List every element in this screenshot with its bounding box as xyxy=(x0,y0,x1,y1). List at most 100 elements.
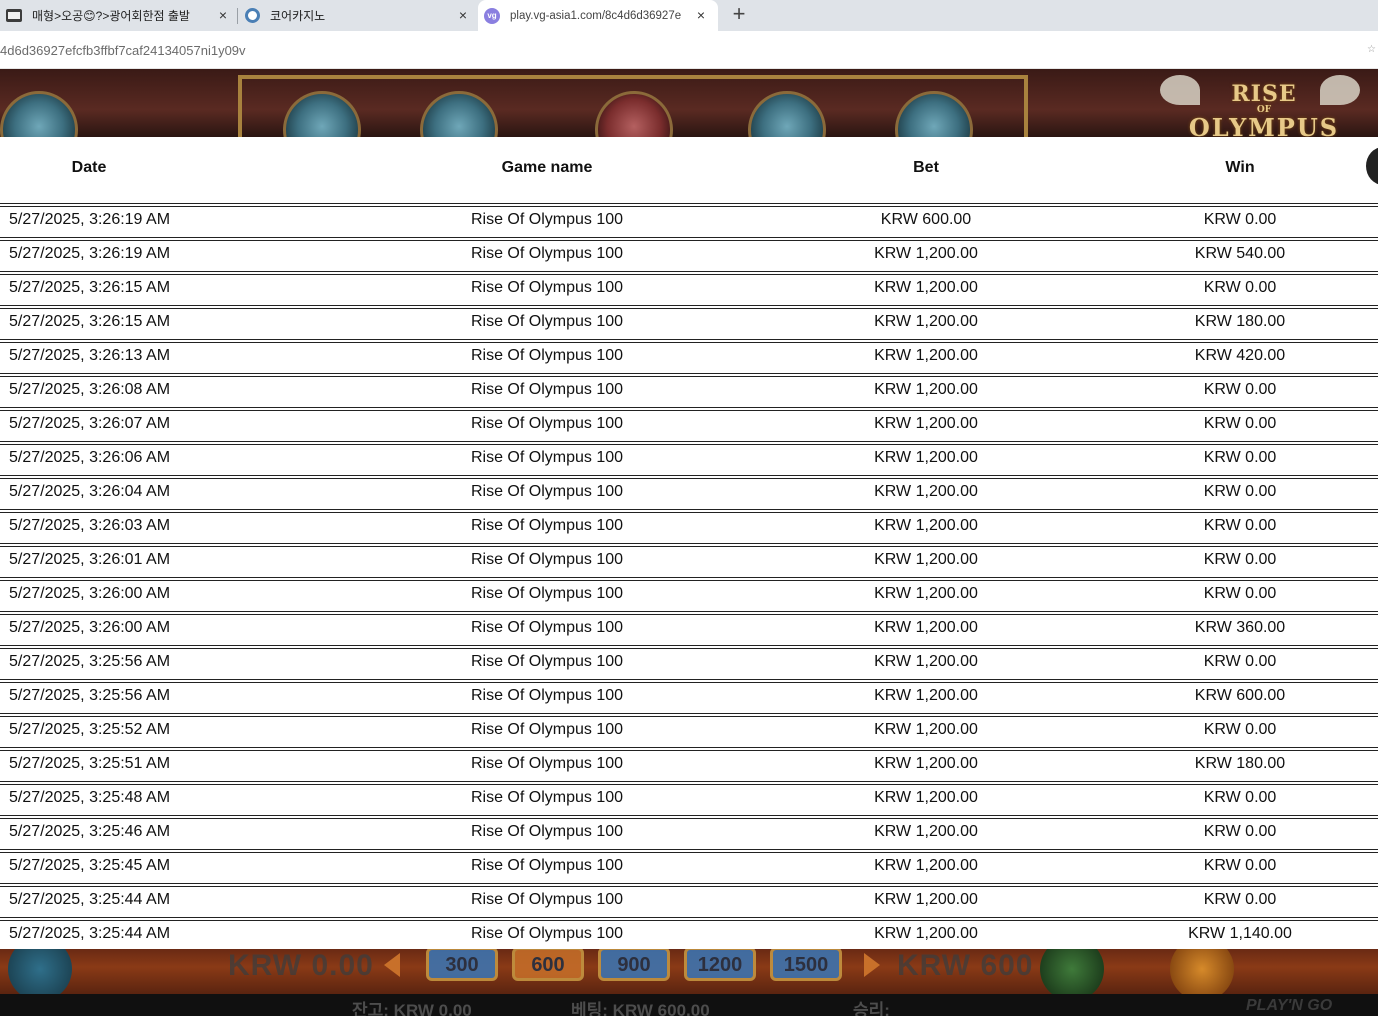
bet-chip-1500[interactable]: 1500 xyxy=(770,949,842,981)
bet-label: 베팅: KRW 600.00 xyxy=(571,1001,710,1016)
bet-chip-300[interactable]: 300 xyxy=(426,949,498,981)
table-row[interactable]: 5/27/2025, 3:26:13 AM Rise Of Olympus 100… xyxy=(0,340,1378,374)
column-header-game[interactable]: Game name xyxy=(447,159,647,177)
cell-bet: KRW 1,200.00 xyxy=(874,619,978,636)
cell-game-name: Rise Of Olympus 100 xyxy=(470,619,624,636)
table-row[interactable]: 5/27/2025, 3:26:07 AM Rise Of Olympus 100… xyxy=(0,408,1378,442)
table-row[interactable]: 5/27/2025, 3:26:04 AM Rise Of Olympus 100… xyxy=(0,476,1378,510)
close-tab-icon[interactable]: × xyxy=(694,8,708,22)
table-row[interactable]: 5/27/2025, 3:26:00 AM Rise Of Olympus 100… xyxy=(0,612,1378,646)
column-header-bet[interactable]: Bet xyxy=(826,159,1026,177)
cell-bet: KRW 1,200.00 xyxy=(874,687,978,704)
cell-bet: KRW 1,200.00 xyxy=(874,789,978,806)
cell-date: 5/27/2025, 3:26:19 AM xyxy=(9,211,171,228)
cell-game-name: Rise Of Olympus 100 xyxy=(470,687,624,704)
browser-window: 매형>오공😊?>광어회한점 출발 × 코어카지노 × vg play.vg-as… xyxy=(0,0,1378,1016)
table-row[interactable]: 5/27/2025, 3:26:00 AM Rise Of Olympus 100… xyxy=(0,578,1378,612)
table-row[interactable]: 5/27/2025, 3:25:46 AM Rise Of Olympus 100… xyxy=(0,816,1378,850)
cell-game-name: Rise Of Olympus 100 xyxy=(470,755,624,772)
cell-bet: KRW 1,200.00 xyxy=(874,891,978,908)
table-header: Date Game name Bet Win xyxy=(0,137,1378,204)
table-row[interactable]: 5/27/2025, 3:26:01 AM Rise Of Olympus 100… xyxy=(0,544,1378,578)
cell-date: 5/27/2025, 3:25:51 AM xyxy=(9,755,171,772)
cell-date: 5/27/2025, 3:26:19 AM xyxy=(9,245,171,262)
spin-button-icon[interactable] xyxy=(1040,949,1104,994)
cell-win: KRW 0.00 xyxy=(1203,721,1277,738)
address-bar[interactable]: 4d6d36927efcfb3ffbf7caf24134057ni1y09v ☆ xyxy=(0,31,1378,69)
cell-date: 5/27/2025, 3:26:07 AM xyxy=(9,415,171,432)
cell-win: KRW 0.00 xyxy=(1203,415,1277,432)
cell-game-name: Rise Of Olympus 100 xyxy=(470,789,624,806)
cell-bet: KRW 1,200.00 xyxy=(874,415,978,432)
url-text[interactable]: 4d6d36927efcfb3ffbf7caf24134057ni1y09v xyxy=(0,43,246,58)
game-logo: RISE OF OLYMPUS xyxy=(1188,81,1340,137)
cell-game-name: Rise Of Olympus 100 xyxy=(470,823,624,840)
autoplay-button-icon[interactable] xyxy=(1170,949,1234,994)
cell-win: KRW 0.00 xyxy=(1203,381,1277,398)
cell-bet: KRW 1,200.00 xyxy=(874,279,978,296)
cell-game-name: Rise Of Olympus 100 xyxy=(470,857,624,874)
table-row[interactable]: 5/27/2025, 3:25:45 AM Rise Of Olympus 100… xyxy=(0,850,1378,884)
cell-game-name: Rise Of Olympus 100 xyxy=(470,211,624,228)
cell-win: KRW 0.00 xyxy=(1203,449,1277,466)
cell-date: 5/27/2025, 3:26:06 AM xyxy=(9,449,171,466)
provider-logo: PLAY'N GO xyxy=(1246,997,1333,1014)
table-row[interactable]: 5/27/2025, 3:25:44 AM Rise Of Olympus 100… xyxy=(0,918,1378,952)
tab-2[interactable]: 코어카지노 × xyxy=(238,0,478,31)
table-row[interactable]: 5/27/2025, 3:26:06 AM Rise Of Olympus 100… xyxy=(0,442,1378,476)
balance-label: 잔고: KRW 0.00 xyxy=(352,1001,472,1016)
cell-date: 5/27/2025, 3:26:13 AM xyxy=(9,347,171,364)
table-row[interactable]: 5/27/2025, 3:26:08 AM Rise Of Olympus 100… xyxy=(0,374,1378,408)
game-background-top: RISE OF OLYMPUS xyxy=(0,69,1378,137)
close-tab-icon[interactable]: × xyxy=(456,8,470,22)
bet-chip-600[interactable]: 600 xyxy=(512,949,584,981)
cell-win: KRW 360.00 xyxy=(1194,619,1286,636)
new-tab-button[interactable]: + xyxy=(728,3,750,26)
table-row[interactable]: 5/27/2025, 3:26:15 AM Rise Of Olympus 100… xyxy=(0,306,1378,340)
tab-3-active[interactable]: vg play.vg-asia1.com/8c4d6d36927e × xyxy=(478,0,718,31)
table-row[interactable]: 5/27/2025, 3:26:15 AM Rise Of Olympus 100… xyxy=(0,272,1378,306)
decrease-bet-arrow-icon[interactable] xyxy=(384,953,400,977)
cell-game-name: Rise Of Olympus 100 xyxy=(470,585,624,602)
column-header-win[interactable]: Win xyxy=(1140,159,1340,177)
table-row[interactable]: 5/27/2025, 3:25:44 AM Rise Of Olympus 100… xyxy=(0,884,1378,918)
cell-win: KRW 1,140.00 xyxy=(1188,925,1292,942)
cell-bet: KRW 1,200.00 xyxy=(874,653,978,670)
table-row[interactable]: 5/27/2025, 3:25:52 AM Rise Of Olympus 100… xyxy=(0,714,1378,748)
cell-bet: KRW 600.00 xyxy=(880,211,972,228)
cell-bet: KRW 1,200.00 xyxy=(874,755,978,772)
table-row[interactable]: 5/27/2025, 3:26:19 AM Rise Of Olympus 100… xyxy=(0,238,1378,272)
increase-bet-arrow-icon[interactable] xyxy=(864,953,880,977)
bet-history-panel: Date Game name Bet Win 5/27/2025, 3:26:1… xyxy=(0,137,1378,952)
table-row[interactable]: 5/27/2025, 3:25:56 AM Rise Of Olympus 100… xyxy=(0,646,1378,680)
cell-bet: KRW 1,200.00 xyxy=(874,381,978,398)
tab-title: play.vg-asia1.com/8c4d6d36927e xyxy=(510,9,682,22)
table-row[interactable]: 5/27/2025, 3:26:03 AM Rise Of Olympus 100… xyxy=(0,510,1378,544)
close-tab-icon[interactable]: × xyxy=(216,8,230,22)
cell-bet: KRW 1,200.00 xyxy=(874,313,978,330)
cell-game-name: Rise Of Olympus 100 xyxy=(470,415,624,432)
cell-date: 5/27/2025, 3:25:56 AM xyxy=(9,653,171,670)
cell-game-name: Rise Of Olympus 100 xyxy=(470,925,624,942)
close-panel-button[interactable] xyxy=(1366,147,1378,185)
game-status-bar: 잔고: KRW 0.00 베팅: KRW 600.00 승리: PLAY'N G… xyxy=(0,994,1378,1016)
vg-icon: vg xyxy=(484,7,500,24)
cell-win: KRW 0.00 xyxy=(1203,211,1277,228)
shield-ornament-icon xyxy=(0,91,78,137)
bet-chip-1200[interactable]: 1200 xyxy=(684,949,756,981)
cell-game-name: Rise Of Olympus 100 xyxy=(470,653,624,670)
table-row[interactable]: 5/27/2025, 3:25:48 AM Rise Of Olympus 100… xyxy=(0,782,1378,816)
cell-bet: KRW 1,200.00 xyxy=(874,585,978,602)
bet-chip-900[interactable]: 900 xyxy=(598,949,670,981)
tab-1[interactable]: 매형>오공😊?>광어회한점 출발 × xyxy=(0,0,236,31)
table-row[interactable]: 5/27/2025, 3:25:51 AM Rise Of Olympus 100… xyxy=(0,748,1378,782)
cell-game-name: Rise Of Olympus 100 xyxy=(470,551,624,568)
table-row[interactable]: 5/27/2025, 3:26:19 AM Rise Of Olympus 100… xyxy=(0,204,1378,238)
table-row[interactable]: 5/27/2025, 3:25:56 AM Rise Of Olympus 100… xyxy=(0,680,1378,714)
cell-win: KRW 540.00 xyxy=(1194,245,1286,262)
cell-date: 5/27/2025, 3:25:44 AM xyxy=(9,925,171,942)
column-header-date[interactable]: Date xyxy=(0,159,178,177)
cell-date: 5/27/2025, 3:25:45 AM xyxy=(9,857,171,874)
cell-bet: KRW 1,200.00 xyxy=(874,823,978,840)
bookmark-star-icon[interactable]: ☆ xyxy=(1367,44,1376,55)
